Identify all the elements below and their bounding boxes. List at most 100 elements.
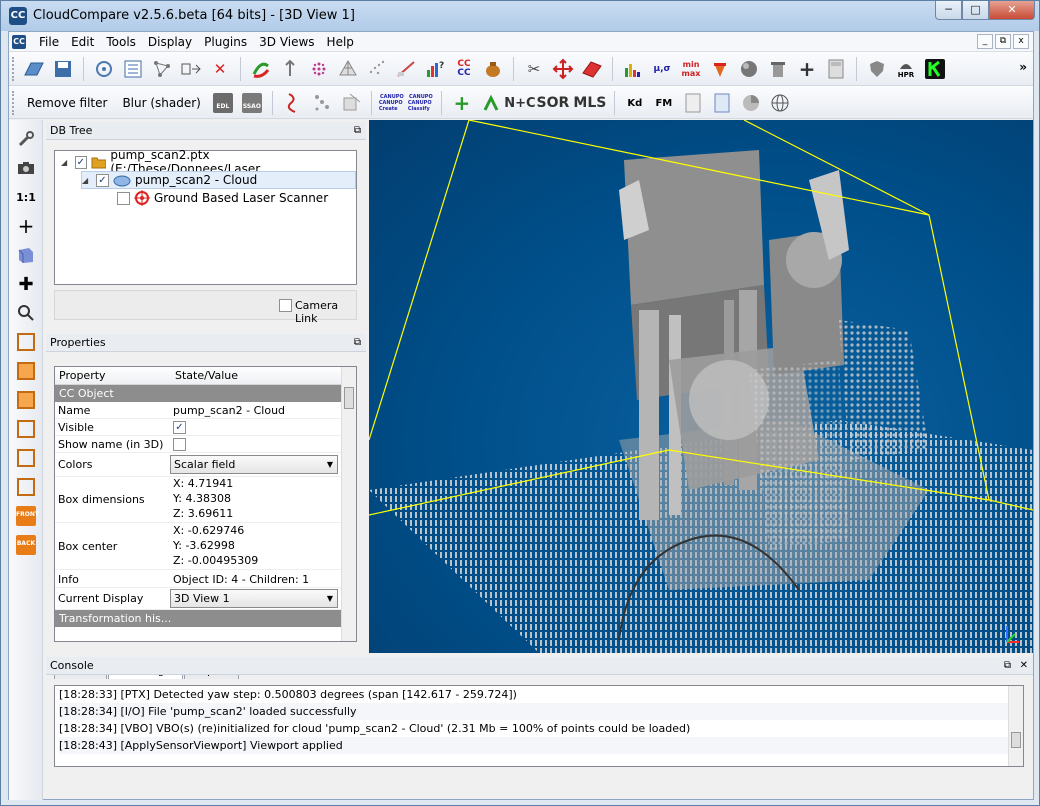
toolbar-grip[interactable] [12,91,16,115]
tree-item-checkbox[interactable]: ✓ [96,173,109,187]
menu-plugins[interactable]: Plugins [198,35,253,49]
zoom-icon[interactable] [13,300,39,326]
view-left-icon[interactable] [13,387,39,413]
color-scale-icon[interactable] [707,56,733,82]
view-back-icon[interactable] [13,416,39,442]
qhpr-icon[interactable] [309,90,335,116]
camera-link-checkbox[interactable] [279,299,292,312]
zoom-one-to-one-button[interactable]: 1:1 [13,184,39,210]
mls-icon[interactable]: MLS [573,90,607,116]
translate-rotate-icon[interactable] [550,56,576,82]
ssao-icon[interactable]: SSAO [239,90,265,116]
toolbar-overflow-icon[interactable]: » [1019,60,1027,74]
3d-view-viewport[interactable] [369,120,1033,653]
float-panel-icon[interactable]: ⧉ [354,334,361,352]
collapse-arrow-icon[interactable]: ◢ [82,176,92,185]
blur-shader-button[interactable]: Blur (shader) [116,90,206,116]
mdi-close-button[interactable]: x [1013,34,1029,49]
menu-help[interactable]: Help [321,35,360,49]
mesh-icon[interactable] [335,56,361,82]
prop-value[interactable]: pump_scan2 - Cloud [173,404,285,417]
n-plus-c-icon[interactable]: N+C [504,90,535,116]
qfacets-icon[interactable] [280,90,306,116]
mdi-minimize-button[interactable]: _ [977,34,993,49]
scrollbar-thumb[interactable] [344,387,354,409]
view-bottom-icon[interactable] [13,474,39,500]
remove-filter-button[interactable]: Remove filter [21,90,113,116]
close-button[interactable]: ✕ [989,1,1035,20]
open-file-icon[interactable] [21,56,47,82]
pie-icon[interactable] [738,90,764,116]
histogram-icon[interactable] [620,56,646,82]
wrench-icon[interactable] [13,126,39,152]
menu-display[interactable]: Display [142,35,198,49]
minmax-icon[interactable]: min max [678,56,704,82]
perspective-cube-icon[interactable] [13,242,39,268]
add-plus-icon[interactable]: + [794,56,820,82]
view-front-icon[interactable] [13,358,39,384]
tree-item-cloud[interactable]: ◢ ✓ pump_scan2 - Cloud [81,171,356,189]
list-properties-icon[interactable] [120,56,146,82]
subsample-icon[interactable] [306,56,332,82]
clone-icon[interactable] [178,56,204,82]
k-logo-icon[interactable] [922,56,948,82]
segment-scissors-icon[interactable]: ✂ [521,56,547,82]
console-log[interactable]: [18:28:33] [PTX] Detected yaw step: 0.50… [54,685,1024,767]
plugin-bag-icon[interactable] [480,56,506,82]
view-right-icon[interactable] [13,445,39,471]
graph-nodes-icon[interactable] [149,56,175,82]
save-icon[interactable] [50,56,76,82]
crosshair-icon[interactable]: + [13,213,39,239]
menu-edit[interactable]: Edit [65,35,100,49]
add-constant-icon[interactable]: + [449,90,475,116]
shp-file-icon[interactable] [680,90,706,116]
globe-icon[interactable] [767,90,793,116]
plane-fit-icon[interactable] [579,56,605,82]
tree-item-checkbox[interactable]: ✓ [74,155,88,169]
colors-dropdown[interactable]: Scalar field [170,455,338,474]
sample-points-icon[interactable] [364,56,390,82]
distance-icon[interactable] [393,56,419,82]
kd-tree-icon[interactable]: Kd [622,90,648,116]
registration-icon[interactable] [248,56,274,82]
hpr-icon[interactable]: HPR [893,56,919,82]
pivot-move-icon[interactable]: ✚ [13,271,39,297]
iso-front-icon[interactable]: FRONT [13,503,39,529]
maximize-button[interactable]: □ [962,1,989,20]
scrollbar-thumb[interactable] [1011,732,1021,748]
statistics-icon[interactable]: ? [422,56,448,82]
shield-icon[interactable] [864,56,890,82]
collapse-arrow-icon[interactable]: ◢ [61,158,71,167]
sphere-icon[interactable] [736,56,762,82]
view-top-icon[interactable] [13,329,39,355]
color-compare-icon[interactable]: CC CC [451,56,477,82]
mdi-document-icon[interactable]: CC [12,35,26,49]
fast-marching-icon[interactable]: FM [651,90,677,116]
canupo-classify-icon[interactable]: CANUPO CANUPO Classify [408,90,434,116]
csv-file-icon[interactable] [709,90,735,116]
stat-test-icon[interactable]: μ,σ [649,56,675,82]
mdi-restore-button[interactable]: ⧉ [995,34,1011,49]
menu-3d-views[interactable]: 3D Views [253,35,320,49]
menu-file[interactable]: File [33,35,65,49]
properties-scrollbar[interactable] [341,367,356,641]
camera-icon[interactable] [13,155,39,181]
calculator-icon[interactable] [823,56,849,82]
canupo-create-icon[interactable]: CANUPO CANUPO Create [379,90,405,116]
tree-item-file[interactable]: ◢ ✓ pump_scan2.ptx (E:/These/Donnees/Las… [61,148,362,176]
float-panel-icon[interactable]: ⧉ [1004,657,1011,675]
point-picking-icon[interactable] [91,56,117,82]
trash-icon[interactable] [765,56,791,82]
minimize-button[interactable]: ─ [935,1,962,20]
console-scrollbar[interactable] [1008,686,1023,766]
scalar-field-icon[interactable] [478,90,504,116]
current-display-dropdown[interactable]: 3D View 1 [170,589,338,608]
qsra-icon[interactable] [338,90,364,116]
db-tree-view[interactable]: ◢ ✓ pump_scan2.ptx (E:/These/Donnees/Las… [54,148,357,285]
close-panel-icon[interactable]: ✕ [1020,657,1028,675]
visible-checkbox[interactable]: ✓ [173,421,186,434]
tree-item-checkbox[interactable] [117,191,130,205]
sor-icon[interactable]: SOR [536,90,570,116]
normals-icon[interactable] [277,56,303,82]
iso-back-icon[interactable]: BACK [13,532,39,558]
